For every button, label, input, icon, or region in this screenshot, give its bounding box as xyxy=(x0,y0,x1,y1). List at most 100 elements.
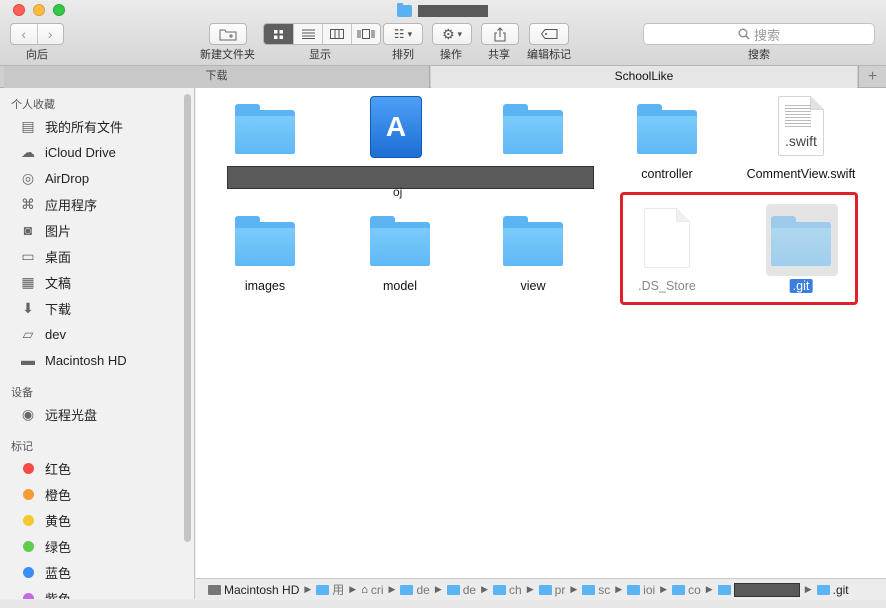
folder-icon xyxy=(627,584,641,595)
sidebar-item-label: 应用程序 xyxy=(45,197,98,213)
sidebar-tag-green[interactable]: 绿色 xyxy=(18,535,71,557)
path-item[interactable]: ⌂ cri xyxy=(361,583,383,597)
sidebar-tag-red[interactable]: 红色 xyxy=(18,457,71,479)
chevron-down-icon: ▾ xyxy=(407,28,413,39)
purple-tag-dot-icon xyxy=(23,592,34,599)
hard-drive-icon: ▬ xyxy=(21,352,35,368)
arrange-button[interactable]: ☷ ▾ xyxy=(383,23,423,45)
sidebar-item-applications[interactable]: ⌘ 应用程序 xyxy=(18,193,97,215)
path-item[interactable]: de xyxy=(446,582,477,597)
folder-icon xyxy=(235,104,295,154)
sidebar-tag-purple[interactable]: 紫色 xyxy=(18,587,71,599)
sidebar-item-remote-disc[interactable]: ◉ 远程光盘 xyxy=(18,403,97,425)
path-item-label: pr xyxy=(554,582,566,597)
sidebar-item-label: 红色 xyxy=(45,461,72,477)
sidebar-item-desktop[interactable]: ▭ 桌面 xyxy=(18,245,71,267)
sidebar-item-downloads[interactable]: ⬇ 下载 xyxy=(18,297,71,319)
folder-icon xyxy=(672,584,686,595)
column-view-button[interactable] xyxy=(322,24,351,44)
folder-icon xyxy=(582,584,596,595)
new-folder-button[interactable] xyxy=(209,23,247,45)
new-tab-button[interactable]: + xyxy=(858,66,886,88)
new-folder-icon xyxy=(219,29,237,40)
folder-icon xyxy=(235,216,295,266)
path-item-label: de xyxy=(462,582,477,597)
sidebar-item-icloud-drive[interactable]: ☁ iCloud Drive xyxy=(18,141,116,163)
chevron-right-icon: ▶ xyxy=(615,584,623,594)
cover-flow-icon xyxy=(357,29,375,39)
folder-icon xyxy=(503,104,563,154)
path-item[interactable]: ch xyxy=(493,583,522,597)
path-item-label: .git xyxy=(832,582,849,597)
sidebar-tag-orange[interactable]: 橙色 xyxy=(18,483,71,505)
sidebar-item-label: 远程光盘 xyxy=(45,407,98,423)
path-item[interactable]: 用 xyxy=(316,581,344,598)
desktop-icon: ▭ xyxy=(21,247,35,264)
file-name: controller xyxy=(641,167,693,181)
path-item-label: sc xyxy=(598,582,611,597)
path-item[interactable]: sc xyxy=(582,583,610,597)
sidebar-item-pictures[interactable]: ◙ 图片 xyxy=(18,219,71,241)
grid-icon xyxy=(274,29,283,39)
path-item[interactable]: pr xyxy=(538,582,566,597)
yellow-tag-dot-icon xyxy=(23,514,34,526)
path-item-git[interactable]: .git xyxy=(816,582,849,597)
sidebar-item-label: iCloud Drive xyxy=(45,144,116,160)
edit-tags-button[interactable] xyxy=(529,23,569,45)
home-icon: ⌂ xyxy=(361,583,368,596)
path-item[interactable]: de xyxy=(400,583,430,597)
view-mode-control xyxy=(263,23,381,45)
red-tag-dot-icon xyxy=(23,462,34,474)
folder-icon xyxy=(538,584,552,595)
tab-bar: 下载 SchoolLike + xyxy=(0,66,886,88)
nav-label: 向后 xyxy=(26,49,48,61)
folder-icon xyxy=(717,584,731,595)
sidebar-tag-yellow[interactable]: 黄色 xyxy=(18,509,71,531)
tab-schoollike[interactable]: SchoolLike xyxy=(431,66,857,88)
sidebar-item-macintosh-hd[interactable]: ▬ Macintosh HD xyxy=(18,349,127,371)
folder-icon xyxy=(816,584,830,595)
chevron-right-icon: ▶ xyxy=(349,584,357,594)
chevron-down-icon: ▾ xyxy=(457,28,463,39)
search-input[interactable]: 搜索 xyxy=(643,23,875,45)
hard-drive-icon xyxy=(208,584,221,595)
path-item-redacted[interactable] xyxy=(717,582,800,597)
applications-icon: ⌘ xyxy=(21,195,35,212)
cover-flow-button[interactable] xyxy=(351,24,380,44)
sidebar-tag-blue[interactable]: 蓝色 xyxy=(18,561,71,583)
close-window-button[interactable] xyxy=(13,4,25,16)
tab-downloads[interactable]: 下载 xyxy=(4,66,430,88)
back-arrow-icon[interactable]: ‹ xyxy=(11,24,37,44)
path-item[interactable]: ioi xyxy=(627,583,655,597)
file-name: CommentView.swift xyxy=(746,167,856,181)
view-label: 显示 xyxy=(309,49,331,61)
arrange-icon: ☷ xyxy=(393,27,405,41)
sidebar-scrollbar[interactable] xyxy=(184,94,191,542)
path-item[interactable]: co xyxy=(672,583,701,597)
sidebar-item-label: 桌面 xyxy=(45,249,72,265)
list-view-button[interactable] xyxy=(293,24,322,44)
folder-icon: ▱ xyxy=(22,325,34,342)
path-item-label: co xyxy=(688,582,701,597)
finder-window: ‹ › 向后 新建文件夹 显示 ☷ ▾ 排列 ⚙ ▾ 操作 共享 编辑标记 搜索… xyxy=(0,0,886,608)
sidebar-item-all-files[interactable]: ▤ 我的所有文件 xyxy=(18,115,123,137)
sidebar-item-label: 下载 xyxy=(45,301,72,317)
chevron-right-icon: ▶ xyxy=(804,584,812,594)
folder-icon xyxy=(400,584,414,595)
sidebar-item-documents[interactable]: ▦ 文稿 xyxy=(18,271,71,293)
back-forward-buttons: ‹ › xyxy=(10,23,64,45)
forward-arrow-icon[interactable]: › xyxy=(36,24,64,44)
tag-icon xyxy=(540,29,557,39)
share-button[interactable] xyxy=(481,23,519,45)
share-label: 共享 xyxy=(488,49,510,61)
chevron-right-icon: ▶ xyxy=(388,584,396,594)
path-item-macintosh-hd[interactable]: Macintosh HD xyxy=(208,583,299,597)
sidebar-item-airdrop[interactable]: ◎ AirDrop xyxy=(18,167,89,189)
action-button[interactable]: ⚙ ▾ xyxy=(432,23,472,45)
minimize-window-button[interactable] xyxy=(33,4,45,16)
camera-icon: ◙ xyxy=(23,222,33,238)
sidebar-item-dev[interactable]: ▱ dev xyxy=(18,323,66,345)
chevron-right-icon: ▶ xyxy=(526,584,534,594)
zoom-window-button[interactable] xyxy=(53,4,65,16)
icon-view-button[interactable] xyxy=(264,24,293,44)
